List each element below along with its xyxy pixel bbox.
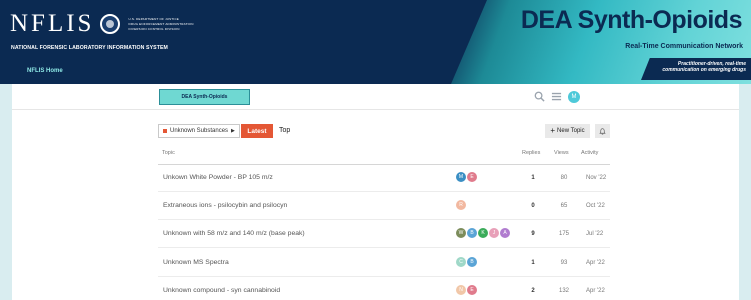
topic-title-link[interactable]: Unkown White Powder - BP 105 m/z xyxy=(163,174,273,181)
forum-logo[interactable]: DEA Synth-Opioids xyxy=(159,89,250,105)
column-header-activity[interactable]: Activity xyxy=(581,150,598,156)
banner-tagline: Real-Time Communication Network xyxy=(625,43,743,50)
strap-line: communication on emerging drugs xyxy=(662,67,746,73)
nflis-logo: NFLIS U.S. DEPARTMENT OF JUSTICE DRUG EN… xyxy=(10,10,194,38)
dea-line: DIVERSION CONTROL DIVISION xyxy=(128,27,180,31)
plus-icon: + xyxy=(550,126,556,135)
left-gutter xyxy=(0,84,12,300)
caret-right-icon: ▶ xyxy=(231,128,235,134)
column-header-replies[interactable]: Replies xyxy=(522,150,540,156)
notification-bell-button[interactable] xyxy=(595,124,610,138)
activity-date[interactable]: Oct '22 xyxy=(586,203,608,209)
latest-tab[interactable]: Latest xyxy=(241,124,273,138)
nflis-subtitle: NATIONAL FORENSIC LABORATORY INFORMATION… xyxy=(11,45,168,51)
right-gutter xyxy=(739,84,751,300)
activity-date[interactable]: Apr '22 xyxy=(586,260,608,266)
view-count: 132 xyxy=(558,288,569,294)
poster-avatar[interactable]: E xyxy=(467,285,477,295)
search-icon[interactable] xyxy=(533,91,545,103)
forum-header xyxy=(12,84,739,110)
view-count: 80 xyxy=(560,175,568,181)
poster-avatar[interactable]: N xyxy=(456,285,466,295)
activity-date[interactable]: Apr '22 xyxy=(586,288,608,294)
nflis-wordmark: NFLIS xyxy=(10,10,95,37)
topic-row[interactable]: Unknown with 58 m/z and 140 m/z (base pe… xyxy=(158,221,610,248)
top-tab[interactable]: Top xyxy=(279,127,290,134)
view-count: 175 xyxy=(558,231,569,237)
poster-avatar[interactable]: B xyxy=(467,228,477,238)
topic-row[interactable]: Unkown White Powder - BP 105 m/z M E 1 80 Nov… xyxy=(158,165,610,192)
reply-count: 2 xyxy=(531,288,535,294)
reply-count: 9 xyxy=(531,231,535,237)
activity-date[interactable]: Nov '22 xyxy=(586,175,608,181)
column-header-views[interactable]: Views xyxy=(554,150,569,156)
new-topic-button[interactable]: + New Topic xyxy=(545,124,590,138)
current-user-avatar[interactable]: M xyxy=(568,91,580,103)
topic-posters: CB xyxy=(456,257,477,267)
banner-title: DEA Synth-Opioids xyxy=(520,6,743,34)
dea-line: U.S. DEPARTMENT OF JUSTICE xyxy=(128,17,180,21)
dea-agency-lines: U.S. DEPARTMENT OF JUSTICE DRUG ENFORCEM… xyxy=(128,17,193,31)
reply-count: 0 xyxy=(531,203,535,209)
bell-icon xyxy=(599,127,606,134)
poster-avatar[interactable]: J xyxy=(489,228,499,238)
poster-avatar[interactable]: R xyxy=(456,200,466,210)
topic-title-link[interactable]: Unknown with 58 m/z and 140 m/z (base pe… xyxy=(163,230,305,237)
banner-strap-text: Practitioner-driven, real-time communica… xyxy=(626,61,746,73)
poster-avatar[interactable]: E xyxy=(467,172,477,182)
activity-date[interactable]: Jul '22 xyxy=(586,231,608,237)
reply-count: 1 xyxy=(531,175,535,181)
view-count: 93 xyxy=(560,260,568,266)
topic-row[interactable]: Unknown compound - syn cannabinoid N E 2 132… xyxy=(158,278,610,300)
topic-row[interactable]: Unknown MS Spectra C B 1 93 Apr '22 xyxy=(158,250,610,277)
poster-avatar[interactable]: W xyxy=(456,228,466,238)
topic-posters: R xyxy=(456,200,466,210)
category-dropdown[interactable]: Unknown Substances ▶ xyxy=(158,124,240,138)
topic-row[interactable]: Extraneous ions - psilocybin and psilocy… xyxy=(158,193,610,220)
hamburger-menu-icon[interactable] xyxy=(550,91,562,103)
poster-avatar[interactable]: C xyxy=(456,257,466,267)
site-banner: NFLIS U.S. DEPARTMENT OF JUSTICE DRUG EN… xyxy=(0,0,751,84)
dea-line: DRUG ENFORCEMENT ADMINISTRATION xyxy=(128,22,194,26)
dea-seal-icon xyxy=(100,14,121,34)
category-label: Unknown Substances xyxy=(170,128,229,134)
poster-avatar[interactable]: M xyxy=(456,172,466,182)
new-topic-label: New Topic xyxy=(557,128,585,134)
nflis-home-link[interactable]: NFLIS Home xyxy=(27,68,63,74)
poster-avatar[interactable]: A xyxy=(500,228,510,238)
topic-posters: WBKJA xyxy=(456,228,510,238)
topic-title-link[interactable]: Unknown compound - syn cannabinoid xyxy=(163,287,280,294)
poster-avatar[interactable]: K xyxy=(478,228,488,238)
view-count: 65 xyxy=(560,203,568,209)
column-header-topic[interactable]: Topic xyxy=(162,150,175,156)
reply-count: 1 xyxy=(531,260,535,266)
poster-avatar[interactable]: B xyxy=(467,257,477,267)
topic-posters: ME xyxy=(456,172,477,182)
topic-title-link[interactable]: Unknown MS Spectra xyxy=(163,259,229,266)
topic-title-link[interactable]: Extraneous ions - psilocybin and psilocy… xyxy=(163,202,287,209)
topic-posters: NE xyxy=(456,285,477,295)
category-color-icon xyxy=(163,129,167,133)
